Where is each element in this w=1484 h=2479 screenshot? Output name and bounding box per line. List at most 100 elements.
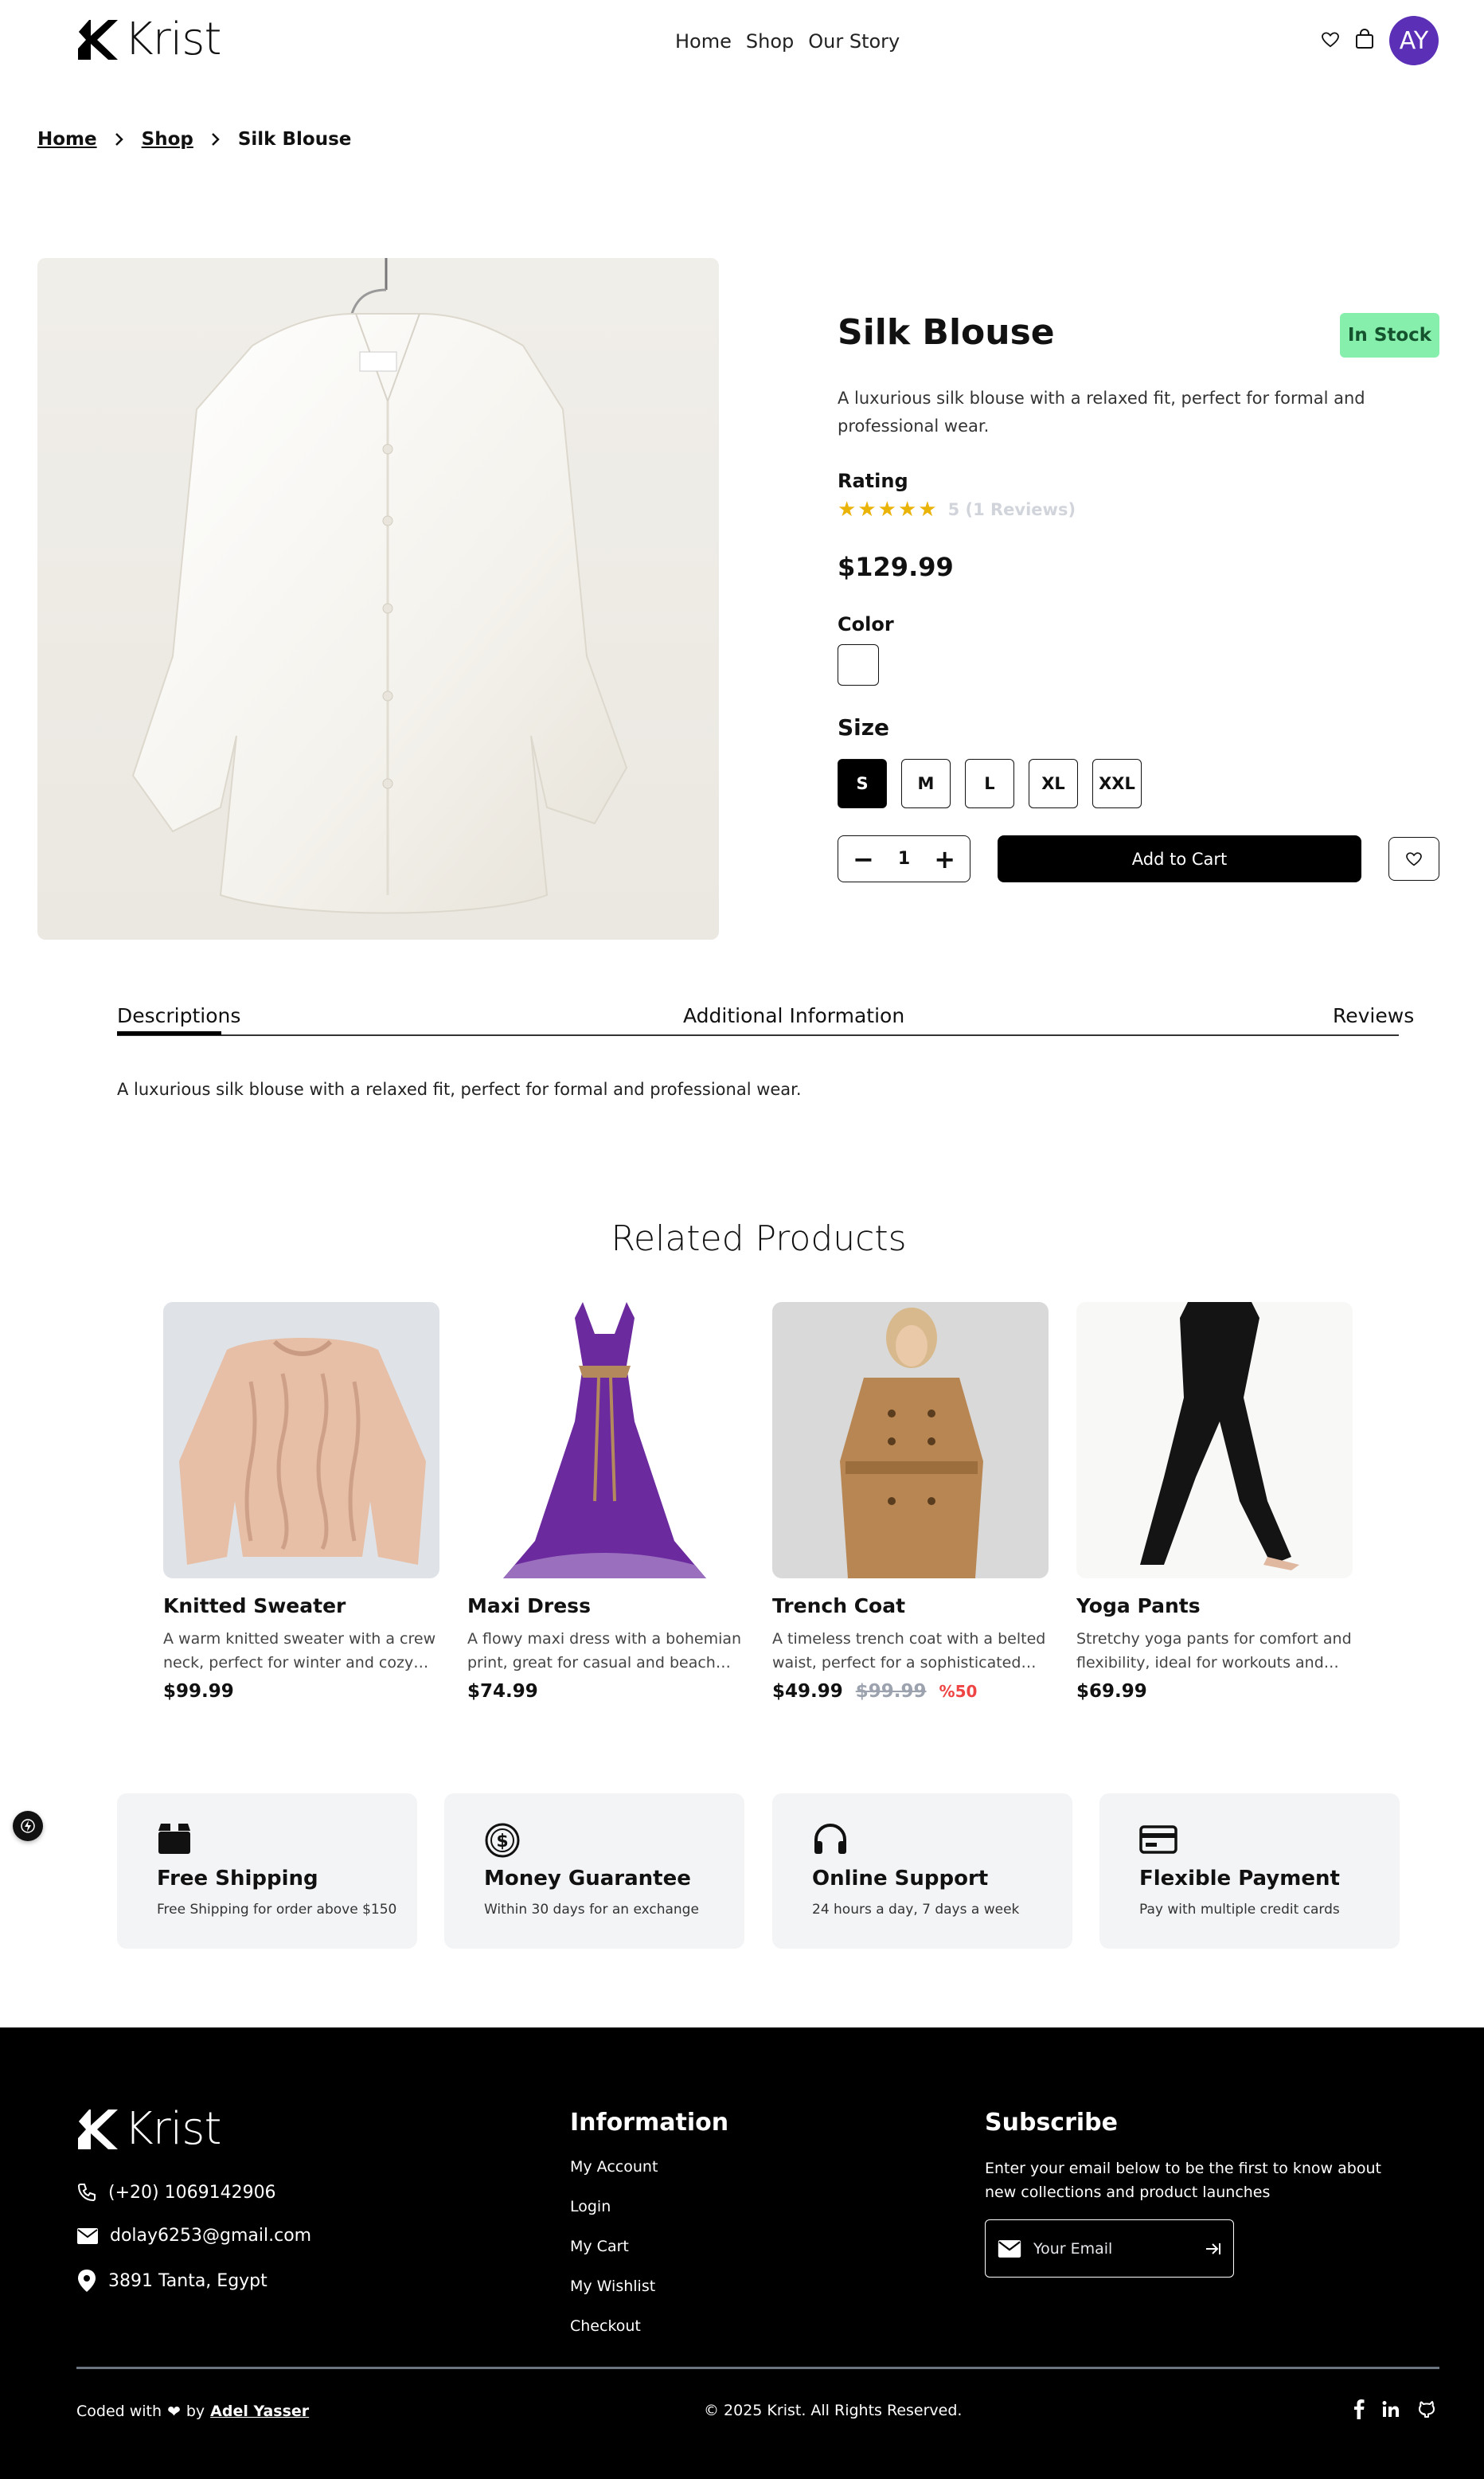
product-image-yoga-pants[interactable] (1076, 1302, 1353, 1578)
subscribe-form (985, 2219, 1234, 2278)
size-l-button[interactable]: L (965, 759, 1014, 808)
subscribe-email-input[interactable] (1033, 2239, 1193, 2258)
product-image-trench-coat[interactable] (772, 1302, 1049, 1578)
nav-home[interactable]: Home (675, 30, 732, 53)
feature-money-guarantee: $ Money Guarantee Within 30 days for an … (444, 1793, 744, 1949)
related-products-title: Related Products (611, 1218, 907, 1259)
quantity-value: 1 (897, 849, 911, 869)
tab-divider (117, 1034, 1399, 1036)
add-to-cart-button[interactable]: Add to Cart (998, 835, 1361, 882)
wishlist-icon[interactable] (1322, 32, 1339, 51)
product-description: A timeless trench coat with a belted wai… (772, 1630, 1046, 1672)
author-link[interactable]: Adel Yasser (210, 2403, 309, 2420)
location-pin-icon (78, 2270, 96, 2292)
subscribe-heading: Subscribe (985, 2109, 1118, 2137)
credit-card-icon (1139, 1825, 1177, 1857)
avatar-initials: AY (1399, 26, 1429, 55)
heart-icon (1406, 851, 1422, 866)
arrow-submit-icon[interactable] (1205, 2242, 1222, 2256)
nav-our-story[interactable]: Our Story (808, 30, 900, 53)
tab-descriptions[interactable]: Descriptions (117, 1004, 240, 1027)
subscribe-text: Enter your email below to be the first t… (985, 2160, 1381, 2201)
avatar[interactable]: AY (1389, 16, 1439, 65)
breadcrumb-current: Silk Blouse (237, 129, 352, 150)
color-swatch-white[interactable] (838, 644, 879, 686)
copyright: © 2025 Krist. All Rights Reserved. (704, 2402, 963, 2419)
rating-reviews[interactable]: 5 (1 Reviews) (948, 500, 1076, 519)
feature-subtitle: Pay with multiple credit cards (1139, 1902, 1340, 1918)
rating: ★ ★ ★ ★ ★ 5 (1 Reviews) (838, 498, 1076, 522)
main-nav: Home Shop Our Story (675, 30, 900, 53)
product-price: $69.99 (1076, 1681, 1355, 1702)
breadcrumb: Home Shop Silk Blouse (37, 129, 351, 150)
footer-logo[interactable]: Krist (76, 2107, 221, 2152)
feature-online-support: Online Support 24 hours a day, 7 days a … (772, 1793, 1072, 1949)
feature-flexible-payment: Flexible Payment Pay with multiple credi… (1099, 1793, 1400, 1949)
size-xl-button[interactable]: XL (1029, 759, 1078, 808)
chevron-right-icon (211, 133, 220, 146)
linkedin-icon[interactable] (1382, 2400, 1400, 2418)
size-s-button[interactable]: S (838, 759, 887, 808)
product-card[interactable]: Maxi Dress A flowy maxi dress with a boh… (467, 1302, 746, 1702)
add-to-wishlist-button[interactable] (1388, 837, 1439, 881)
product-name[interactable]: Yoga Pants (1076, 1594, 1355, 1617)
product-card[interactable]: Yoga Pants Stretchy yoga pants for comfo… (1076, 1302, 1355, 1702)
product-description: A luxurious silk blouse with a relaxed f… (838, 389, 1365, 436)
current-price: $99.99 (163, 1681, 234, 1702)
product-price: $129.99 (838, 552, 954, 582)
tab-additional-information[interactable]: Additional Information (683, 1004, 904, 1027)
dollar-coin-icon: $ (484, 1822, 521, 1862)
logo-mark-icon (78, 20, 118, 60)
product-image (37, 258, 719, 940)
facebook-icon[interactable] (1353, 2399, 1365, 2419)
product-image-sweater[interactable] (163, 1302, 439, 1578)
headphones-icon (812, 1822, 849, 1859)
feature-title: Flexible Payment (1139, 1867, 1340, 1891)
feature-subtitle: Within 30 days for an exchange (484, 1902, 699, 1918)
product-name[interactable]: Trench Coat (772, 1594, 1051, 1617)
stock-badge: In Stock (1340, 313, 1439, 358)
product-title: Silk Blouse (838, 312, 1055, 353)
footer-divider (76, 2367, 1439, 2369)
footer-link-login[interactable]: Login (570, 2198, 611, 2215)
github-icon[interactable] (1417, 2399, 1436, 2418)
email-address[interactable]: dolay6253@gmail.com (110, 2226, 311, 2246)
footer-link-my-account[interactable]: My Account (570, 2158, 658, 2176)
footer-link-my-cart[interactable]: My Cart (570, 2238, 629, 2255)
footer-link-my-wishlist[interactable]: My Wishlist (570, 2278, 655, 2295)
star-icon: ★ (918, 498, 937, 522)
plus-icon[interactable]: + (934, 847, 955, 872)
size-xxl-button[interactable]: XXL (1092, 759, 1142, 808)
tab-reviews[interactable]: Reviews (1333, 1004, 1414, 1027)
rating-stars: ★ ★ ★ ★ ★ (838, 498, 937, 522)
product-image-maxi-dress[interactable] (467, 1302, 744, 1578)
floating-action-button[interactable] (13, 1811, 43, 1841)
current-price: $74.99 (467, 1681, 538, 1702)
tab-content: A luxurious silk blouse with a relaxed f… (117, 1080, 802, 1099)
breadcrumb-home[interactable]: Home (37, 129, 97, 150)
breadcrumb-shop[interactable]: Shop (142, 129, 193, 150)
product-card[interactable]: Knitted Sweater A warm knitted sweater w… (163, 1302, 442, 1702)
product-card[interactable]: Trench Coat A timeless trench coat with … (772, 1302, 1051, 1702)
product-name[interactable]: Knitted Sweater (163, 1594, 442, 1617)
product-description: Stretchy yoga pants for comfort and flex… (1076, 1630, 1352, 1672)
nav-shop[interactable]: Shop (746, 30, 794, 53)
size-label: Size (838, 714, 890, 741)
size-m-button[interactable]: M (901, 759, 951, 808)
cart-icon[interactable] (1355, 29, 1374, 53)
mail-icon (998, 2239, 1021, 2258)
minus-icon[interactable]: − (853, 847, 874, 872)
rating-label: Rating (838, 470, 908, 492)
color-label: Color (838, 613, 894, 635)
product-name[interactable]: Maxi Dress (467, 1594, 746, 1617)
box-icon (157, 1822, 192, 1859)
footer-link-checkout[interactable]: Checkout (570, 2317, 641, 2335)
feature-title: Online Support (812, 1867, 989, 1891)
star-icon: ★ (877, 498, 896, 522)
logo[interactable]: Krist (76, 18, 221, 62)
social-links (1353, 2399, 1436, 2419)
feature-subtitle: Free Shipping for order above $150 (157, 1902, 397, 1918)
phone-number[interactable]: (+20) 1069142906 (108, 2183, 276, 2203)
footer-address: 3891 Tanta, Egypt (76, 2269, 268, 2293)
address: 3891 Tanta, Egypt (108, 2270, 268, 2291)
